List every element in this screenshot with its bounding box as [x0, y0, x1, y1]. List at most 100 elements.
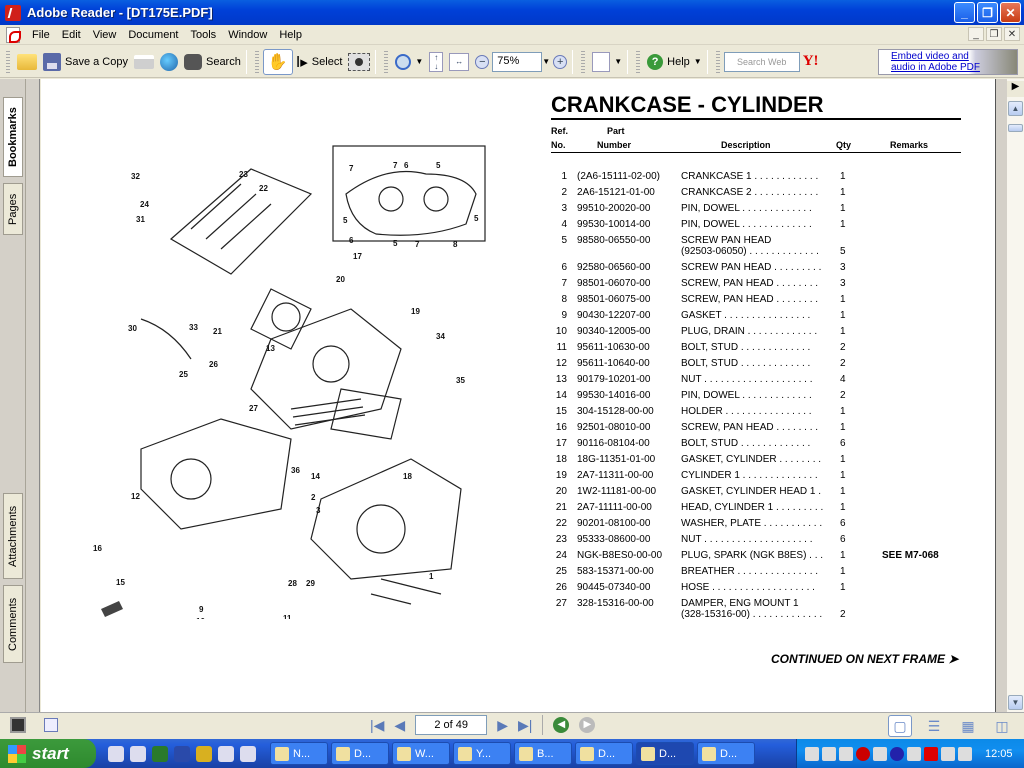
volume-icon[interactable]	[941, 746, 955, 761]
go-forward-button[interactable]: ▶	[579, 717, 596, 733]
search-button[interactable]: Search	[181, 49, 244, 75]
part-number-cell: 90116-08104-00	[577, 438, 650, 449]
qty-cell: 6	[840, 438, 846, 449]
network-card-icon[interactable]	[873, 746, 887, 761]
fit-page-button[interactable]: ↑ ↓	[426, 49, 446, 75]
tab-attachments[interactable]: Attachments	[3, 493, 23, 579]
inset-crankcase-outline	[345, 171, 477, 236]
open-button[interactable]	[14, 49, 40, 75]
safely-remove-icon[interactable]	[958, 746, 972, 761]
tab-bookmarks[interactable]: Bookmarks	[3, 97, 23, 177]
select-tool-button[interactable]: Ⅰ▸ Select	[293, 49, 346, 75]
menu-window[interactable]: Window	[222, 29, 273, 41]
scroll-thumb[interactable]	[1008, 124, 1023, 132]
go-back-button[interactable]: ◀	[553, 717, 570, 733]
toolbar-grip[interactable]	[254, 50, 259, 73]
mcafee-icon[interactable]	[856, 746, 870, 761]
restore-button[interactable]: ❐	[977, 2, 998, 23]
clock: 12:05	[985, 747, 1013, 760]
doc-minimize-button[interactable]: _	[968, 27, 984, 41]
menu-help[interactable]: Help	[273, 29, 308, 41]
toolbar-grip[interactable]	[581, 50, 586, 73]
toolbar-grip[interactable]	[384, 50, 389, 73]
search-web-input[interactable]: Search Web	[723, 51, 800, 72]
pdf-document-icon[interactable]	[6, 26, 21, 43]
window-minimize-icon[interactable]	[44, 718, 58, 732]
webcam-icon[interactable]	[839, 746, 853, 761]
single-page-view-button[interactable]: ▢	[888, 715, 912, 737]
key-icon[interactable]	[196, 745, 212, 762]
start-button[interactable]: start	[0, 739, 96, 768]
messenger-icon[interactable]	[822, 746, 836, 761]
menu-edit[interactable]: Edit	[56, 29, 87, 41]
ref-cell: 14	[555, 390, 567, 401]
zoom-out-button[interactable]: −	[472, 49, 492, 75]
continuous-view-button[interactable]: ☰	[922, 715, 946, 737]
scroll-down-button[interactable]: ▼	[1008, 695, 1023, 710]
crankcase-2-outline	[140, 418, 292, 530]
taskbar-button[interactable]: B...	[514, 742, 572, 765]
menu-document[interactable]: Document	[122, 29, 184, 41]
doc-restore-button[interactable]: ❐	[986, 27, 1002, 41]
taskbar-button[interactable]: D...	[697, 742, 755, 765]
yahoo-search-button[interactable]: Y!	[800, 49, 822, 75]
taskbar-button[interactable]: D...	[331, 742, 389, 765]
hand-tool-button[interactable]: ✋	[262, 48, 293, 75]
help-button[interactable]: ? Help ▼	[644, 49, 705, 75]
chevron-down-icon: ▼	[693, 57, 702, 66]
audio-wave-icon[interactable]	[890, 746, 904, 761]
excel-icon[interactable]	[152, 745, 168, 762]
tab-pages[interactable]: Pages	[3, 183, 23, 235]
norton-icon[interactable]	[924, 746, 938, 761]
media-player-icon[interactable]	[218, 745, 234, 762]
next-page-button[interactable]: ▶	[497, 717, 508, 734]
zoom-level-field[interactable]: 75%	[492, 51, 543, 72]
close-button[interactable]: ✕	[1000, 2, 1021, 23]
internet-explorer-icon[interactable]	[130, 745, 146, 762]
document-view[interactable]: CRANKCASE - CYLINDER Ref. No. Part Numbe…	[41, 79, 995, 712]
toolbar-grip[interactable]	[715, 50, 720, 73]
facing-continuous-view-button[interactable]: ▦	[956, 715, 980, 737]
vertical-scrollbar[interactable]: ▲ ▼	[1007, 79, 1024, 712]
last-page-button[interactable]: ▶|	[518, 717, 532, 734]
fit-width-button[interactable]: ↔	[446, 49, 472, 75]
toolbar-grip[interactable]	[6, 50, 10, 73]
network-mail-icon[interactable]	[805, 746, 819, 761]
panel-splitter[interactable]	[26, 79, 40, 712]
outlook-icon[interactable]	[108, 745, 124, 762]
embed-video-promo-link[interactable]: Embed video and audio in Adobe PDF	[878, 49, 1018, 75]
menu-file[interactable]: File	[26, 29, 56, 41]
email-button[interactable]	[157, 49, 181, 75]
zoom-in-tool-button[interactable]: ▼	[392, 49, 426, 75]
print-button[interactable]	[131, 49, 157, 75]
first-page-button[interactable]: |◀	[370, 717, 384, 734]
display-icon[interactable]	[907, 746, 921, 761]
scroll-up-button[interactable]: ▲	[1008, 101, 1023, 116]
toolbar-grip[interactable]	[636, 50, 641, 73]
previous-page-button[interactable]: ◀	[394, 717, 405, 734]
facing-view-button[interactable]: ◫	[990, 715, 1014, 737]
doc-close-button[interactable]: ✕	[1004, 27, 1020, 41]
taskbar-button[interactable]: W...	[392, 742, 450, 765]
ref-cell: 17	[555, 438, 567, 449]
zoom-dropdown-chevron-icon[interactable]: ▼	[542, 57, 550, 66]
description-cell: PIN, DOWEL . . . . . . . . . . . . .	[681, 203, 812, 214]
word-icon[interactable]	[174, 745, 190, 762]
tab-comments[interactable]: Comments	[3, 585, 23, 663]
expand-panel-arrow-icon[interactable]: ▶	[1007, 81, 1024, 97]
save-copy-button[interactable]: Save a Copy	[40, 49, 131, 75]
taskbar-button[interactable]: N...	[270, 742, 328, 765]
page-layout-button[interactable]: ▼	[589, 49, 625, 75]
nero-icon[interactable]	[240, 745, 256, 762]
taskbar-button[interactable]: Y...	[453, 742, 511, 765]
page-number-field[interactable]: 2 of 49	[415, 715, 488, 735]
taskbar-button[interactable]: D...	[575, 742, 633, 765]
taskbar-button[interactable]: D...	[636, 742, 694, 765]
minimize-button[interactable]: _	[954, 2, 975, 23]
snapshot-button[interactable]	[345, 49, 373, 75]
zoom-in-button[interactable]: +	[550, 49, 570, 75]
monitor-icon[interactable]	[10, 717, 26, 733]
menu-tools[interactable]: Tools	[185, 29, 223, 41]
menu-view[interactable]: View	[87, 29, 123, 41]
chevron-down-icon: ▼	[614, 57, 623, 66]
